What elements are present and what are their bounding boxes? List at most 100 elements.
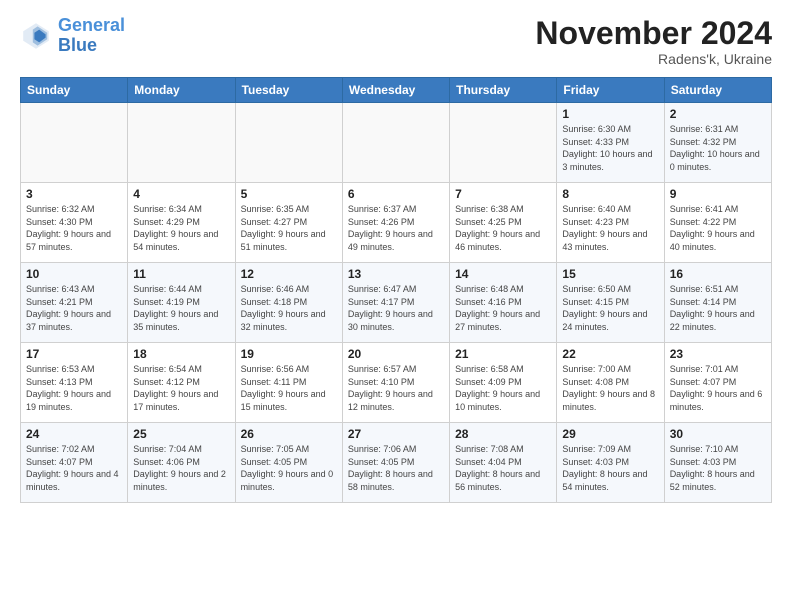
header-thursday: Thursday <box>450 78 557 103</box>
calendar-cell: 21 Sunrise: 6:58 AMSunset: 4:09 PMDayligh… <box>450 343 557 423</box>
calendar-cell: 10 Sunrise: 6:43 AMSunset: 4:21 PMDayligh… <box>21 263 128 343</box>
day-info: Sunrise: 6:44 AMSunset: 4:19 PMDaylight:… <box>133 283 229 333</box>
day-number: 24 <box>26 427 122 441</box>
calendar-cell: 8 Sunrise: 6:40 AMSunset: 4:23 PMDaylight… <box>557 183 664 263</box>
logo-text: General Blue <box>58 16 125 56</box>
day-info: Sunrise: 7:06 AMSunset: 4:05 PMDaylight:… <box>348 443 444 493</box>
day-number: 16 <box>670 267 766 281</box>
header: General Blue November 2024 Radens'k, Ukr… <box>20 16 772 67</box>
page: General Blue November 2024 Radens'k, Ukr… <box>0 0 792 513</box>
calendar-cell: 17 Sunrise: 6:53 AMSunset: 4:13 PMDayligh… <box>21 343 128 423</box>
calendar-cell: 13Sunrise: 6:47 AMSunset: 4:17 PMDayligh… <box>342 263 449 343</box>
logo: General Blue <box>20 16 125 56</box>
day-number: 19 <box>241 347 337 361</box>
header-sunday: Sunday <box>21 78 128 103</box>
calendar-cell: 1 Sunrise: 6:30 AMSunset: 4:33 PMDaylight… <box>557 103 664 183</box>
calendar-cell: 14Sunrise: 6:48 AMSunset: 4:16 PMDayligh… <box>450 263 557 343</box>
calendar-body: 1 Sunrise: 6:30 AMSunset: 4:33 PMDaylight… <box>21 103 772 503</box>
day-info: Sunrise: 7:09 AMSunset: 4:03 PMDaylight:… <box>562 443 658 493</box>
day-info: Sunrise: 6:53 AMSunset: 4:13 PMDaylight:… <box>26 363 122 413</box>
calendar-cell: 23Sunrise: 7:01 AMSunset: 4:07 PMDayligh… <box>664 343 771 423</box>
day-number: 5 <box>241 187 337 201</box>
day-number: 22 <box>562 347 658 361</box>
calendar-cell: 20 Sunrise: 6:57 AMSunset: 4:10 PMDayligh… <box>342 343 449 423</box>
day-info: Sunrise: 7:10 AMSunset: 4:03 PMDaylight:… <box>670 443 766 493</box>
month-title: November 2024 <box>535 16 772 51</box>
calendar-cell: 2Sunrise: 6:31 AMSunset: 4:32 PMDaylight… <box>664 103 771 183</box>
day-info: Sunrise: 6:48 AMSunset: 4:16 PMDaylight:… <box>455 283 551 333</box>
day-number: 21 <box>455 347 551 361</box>
header-friday: Friday <box>557 78 664 103</box>
calendar-cell: 22 Sunrise: 7:00 AMSunset: 4:08 PMDayligh… <box>557 343 664 423</box>
calendar-week-2: 3 Sunrise: 6:32 AMSunset: 4:30 PMDaylight… <box>21 183 772 263</box>
header-saturday: Saturday <box>664 78 771 103</box>
day-info: Sunrise: 6:41 AMSunset: 4:22 PMDaylight:… <box>670 203 766 253</box>
calendar-cell: 29 Sunrise: 7:09 AMSunset: 4:03 PMDayligh… <box>557 423 664 503</box>
day-number: 3 <box>26 187 122 201</box>
calendar-cell: 7Sunrise: 6:38 AMSunset: 4:25 PMDaylight… <box>450 183 557 263</box>
calendar-cell: 28Sunrise: 7:08 AMSunset: 4:04 PMDayligh… <box>450 423 557 503</box>
day-info: Sunrise: 6:46 AMSunset: 4:18 PMDaylight:… <box>241 283 337 333</box>
day-info: Sunrise: 6:50 AMSunset: 4:15 PMDaylight:… <box>562 283 658 333</box>
day-info: Sunrise: 7:01 AMSunset: 4:07 PMDaylight:… <box>670 363 766 413</box>
calendar-cell: 30 Sunrise: 7:10 AMSunset: 4:03 PMDayligh… <box>664 423 771 503</box>
day-info: Sunrise: 6:34 AMSunset: 4:29 PMDaylight:… <box>133 203 229 253</box>
calendar-cell <box>128 103 235 183</box>
logo-blue: Blue <box>58 35 97 55</box>
header-monday: Monday <box>128 78 235 103</box>
day-info: Sunrise: 6:56 AMSunset: 4:11 PMDaylight:… <box>241 363 337 413</box>
day-info: Sunrise: 6:54 AMSunset: 4:12 PMDaylight:… <box>133 363 229 413</box>
day-number: 1 <box>562 107 658 121</box>
day-info: Sunrise: 6:47 AMSunset: 4:17 PMDaylight:… <box>348 283 444 333</box>
day-info: Sunrise: 6:35 AMSunset: 4:27 PMDaylight:… <box>241 203 337 253</box>
day-number: 28 <box>455 427 551 441</box>
calendar-cell <box>342 103 449 183</box>
title-block: November 2024 Radens'k, Ukraine <box>535 16 772 67</box>
day-info: Sunrise: 7:00 AMSunset: 4:08 PMDaylight:… <box>562 363 658 413</box>
day-number: 20 <box>348 347 444 361</box>
calendar-cell: 6Sunrise: 6:37 AMSunset: 4:26 PMDaylight… <box>342 183 449 263</box>
calendar-cell: 18Sunrise: 6:54 AMSunset: 4:12 PMDayligh… <box>128 343 235 423</box>
day-number: 29 <box>562 427 658 441</box>
day-info: Sunrise: 6:30 AMSunset: 4:33 PMDaylight:… <box>562 123 658 173</box>
day-info: Sunrise: 6:58 AMSunset: 4:09 PMDaylight:… <box>455 363 551 413</box>
day-number: 25 <box>133 427 229 441</box>
logo-icon <box>20 20 52 52</box>
header-tuesday: Tuesday <box>235 78 342 103</box>
calendar-cell <box>450 103 557 183</box>
calendar-cell: 11 Sunrise: 6:44 AMSunset: 4:19 PMDayligh… <box>128 263 235 343</box>
logo-general: General <box>58 15 125 35</box>
day-number: 27 <box>348 427 444 441</box>
day-number: 4 <box>133 187 229 201</box>
calendar-cell: 27 Sunrise: 7:06 AMSunset: 4:05 PMDayligh… <box>342 423 449 503</box>
calendar-cell: 25 Sunrise: 7:04 AMSunset: 4:06 PMDayligh… <box>128 423 235 503</box>
calendar-cell: 15 Sunrise: 6:50 AMSunset: 4:15 PMDayligh… <box>557 263 664 343</box>
day-number: 15 <box>562 267 658 281</box>
day-number: 6 <box>348 187 444 201</box>
calendar-cell: 3 Sunrise: 6:32 AMSunset: 4:30 PMDaylight… <box>21 183 128 263</box>
day-info: Sunrise: 6:57 AMSunset: 4:10 PMDaylight:… <box>348 363 444 413</box>
day-number: 11 <box>133 267 229 281</box>
day-number: 10 <box>26 267 122 281</box>
day-number: 9 <box>670 187 766 201</box>
calendar-cell <box>21 103 128 183</box>
day-number: 12 <box>241 267 337 281</box>
day-info: Sunrise: 7:04 AMSunset: 4:06 PMDaylight:… <box>133 443 229 493</box>
day-info: Sunrise: 6:32 AMSunset: 4:30 PMDaylight:… <box>26 203 122 253</box>
calendar-cell: 19 Sunrise: 6:56 AMSunset: 4:11 PMDayligh… <box>235 343 342 423</box>
day-info: Sunrise: 6:43 AMSunset: 4:21 PMDaylight:… <box>26 283 122 333</box>
calendar-week-1: 1 Sunrise: 6:30 AMSunset: 4:33 PMDaylight… <box>21 103 772 183</box>
day-info: Sunrise: 6:40 AMSunset: 4:23 PMDaylight:… <box>562 203 658 253</box>
calendar-cell: 9 Sunrise: 6:41 AMSunset: 4:22 PMDaylight… <box>664 183 771 263</box>
calendar-cell: 16Sunrise: 6:51 AMSunset: 4:14 PMDayligh… <box>664 263 771 343</box>
calendar-cell <box>235 103 342 183</box>
calendar-cell: 12 Sunrise: 6:46 AMSunset: 4:18 PMDayligh… <box>235 263 342 343</box>
calendar-week-5: 24Sunrise: 7:02 AMSunset: 4:07 PMDayligh… <box>21 423 772 503</box>
day-number: 30 <box>670 427 766 441</box>
day-info: Sunrise: 7:05 AMSunset: 4:05 PMDaylight:… <box>241 443 337 493</box>
location: Radens'k, Ukraine <box>535 51 772 67</box>
calendar-cell: 24Sunrise: 7:02 AMSunset: 4:07 PMDayligh… <box>21 423 128 503</box>
day-number: 17 <box>26 347 122 361</box>
day-number: 8 <box>562 187 658 201</box>
day-info: Sunrise: 6:38 AMSunset: 4:25 PMDaylight:… <box>455 203 551 253</box>
